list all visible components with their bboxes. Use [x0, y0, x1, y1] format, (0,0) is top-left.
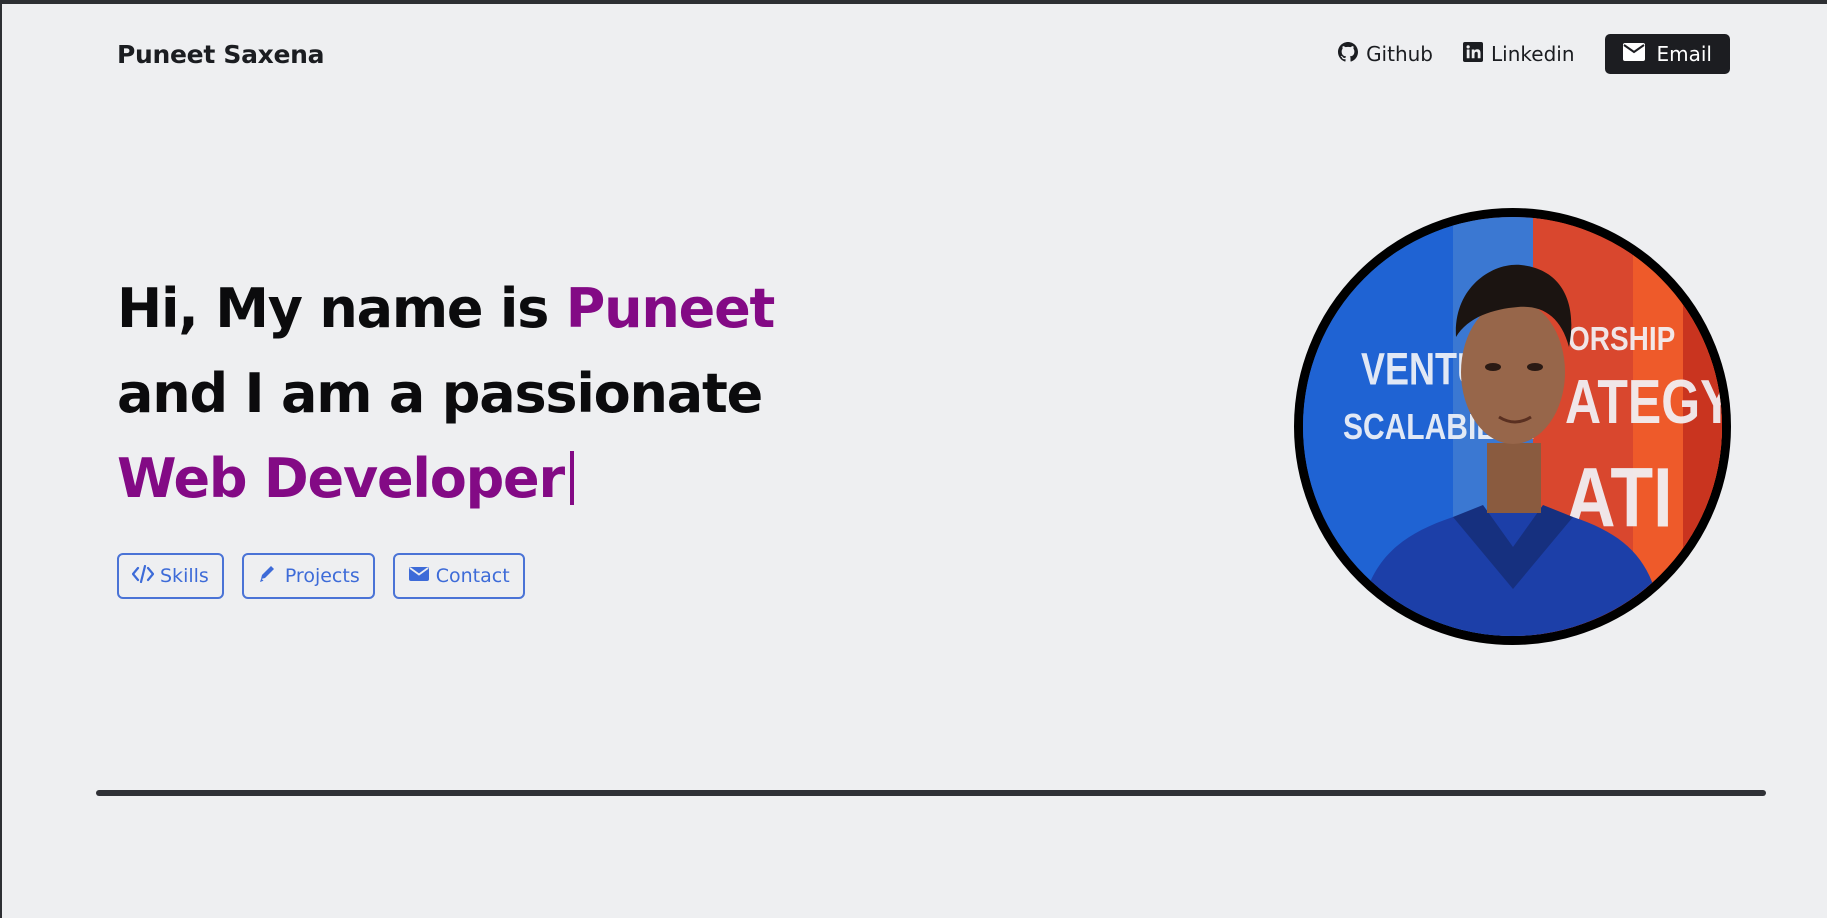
poster-word-orship: ORSHIP	[1568, 320, 1675, 358]
hero-line-1: Hi, My name is Puneet	[117, 266, 776, 351]
github-link[interactable]: Github	[1338, 41, 1434, 67]
hero-role-typed: Web Developer	[117, 447, 565, 510]
linkedin-icon	[1463, 41, 1484, 67]
section-divider	[96, 790, 1766, 796]
linkedin-link[interactable]: Linkedin	[1463, 41, 1575, 67]
skills-button-label: Skills	[160, 565, 209, 587]
github-link-label: Github	[1366, 42, 1434, 66]
hero-name: Puneet	[565, 277, 776, 340]
poster-word-ategy: ATEGY	[1565, 367, 1722, 437]
hero-line-2: and I am a passionate	[117, 362, 763, 425]
contact-button[interactable]: Contact	[392, 553, 525, 599]
typing-cursor	[569, 451, 574, 505]
projects-button-label: Projects	[284, 565, 360, 587]
contact-button-label: Contact	[435, 565, 510, 587]
linkedin-link-label: Linkedin	[1491, 42, 1575, 66]
envelope-icon	[1622, 42, 1645, 66]
pencil-icon	[257, 565, 279, 588]
github-icon	[1338, 41, 1359, 67]
projects-button[interactable]: Projects	[241, 553, 375, 599]
email-button-label: Email	[1656, 42, 1713, 66]
page: Puneet Saxena Github Linkedin Email Hi, …	[0, 0, 1827, 918]
skills-button[interactable]: Skills	[117, 553, 224, 599]
envelope-icon	[408, 565, 430, 588]
profile-photo: VENTURE SCALABILITY ORSHIP ATEGY ATI	[1294, 208, 1731, 645]
brand-name[interactable]: Puneet Saxena	[117, 40, 325, 69]
top-nav: Github Linkedin Email	[1338, 34, 1730, 74]
code-icon	[131, 564, 155, 588]
hero-line-3: Web Developer	[117, 436, 774, 521]
hero-actions: Skills Projects Contact	[117, 553, 525, 599]
hero-heading: Hi, My name is Puneet and I am a passion…	[117, 266, 776, 521]
hero-intro-text: Hi, My name is	[117, 277, 566, 340]
email-button[interactable]: Email	[1604, 34, 1730, 74]
